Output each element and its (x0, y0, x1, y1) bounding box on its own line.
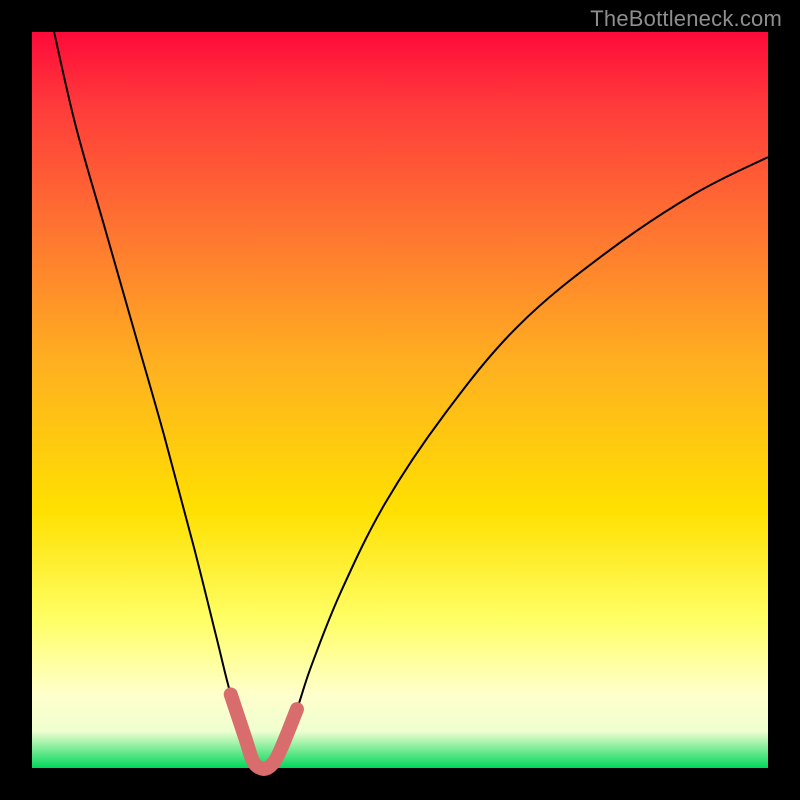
curve-layer (32, 32, 768, 768)
watermark-text: TheBottleneck.com (590, 6, 782, 32)
bottleneck-curve (54, 32, 768, 769)
chart-plot-area (32, 32, 768, 768)
trough-highlight (231, 694, 297, 769)
